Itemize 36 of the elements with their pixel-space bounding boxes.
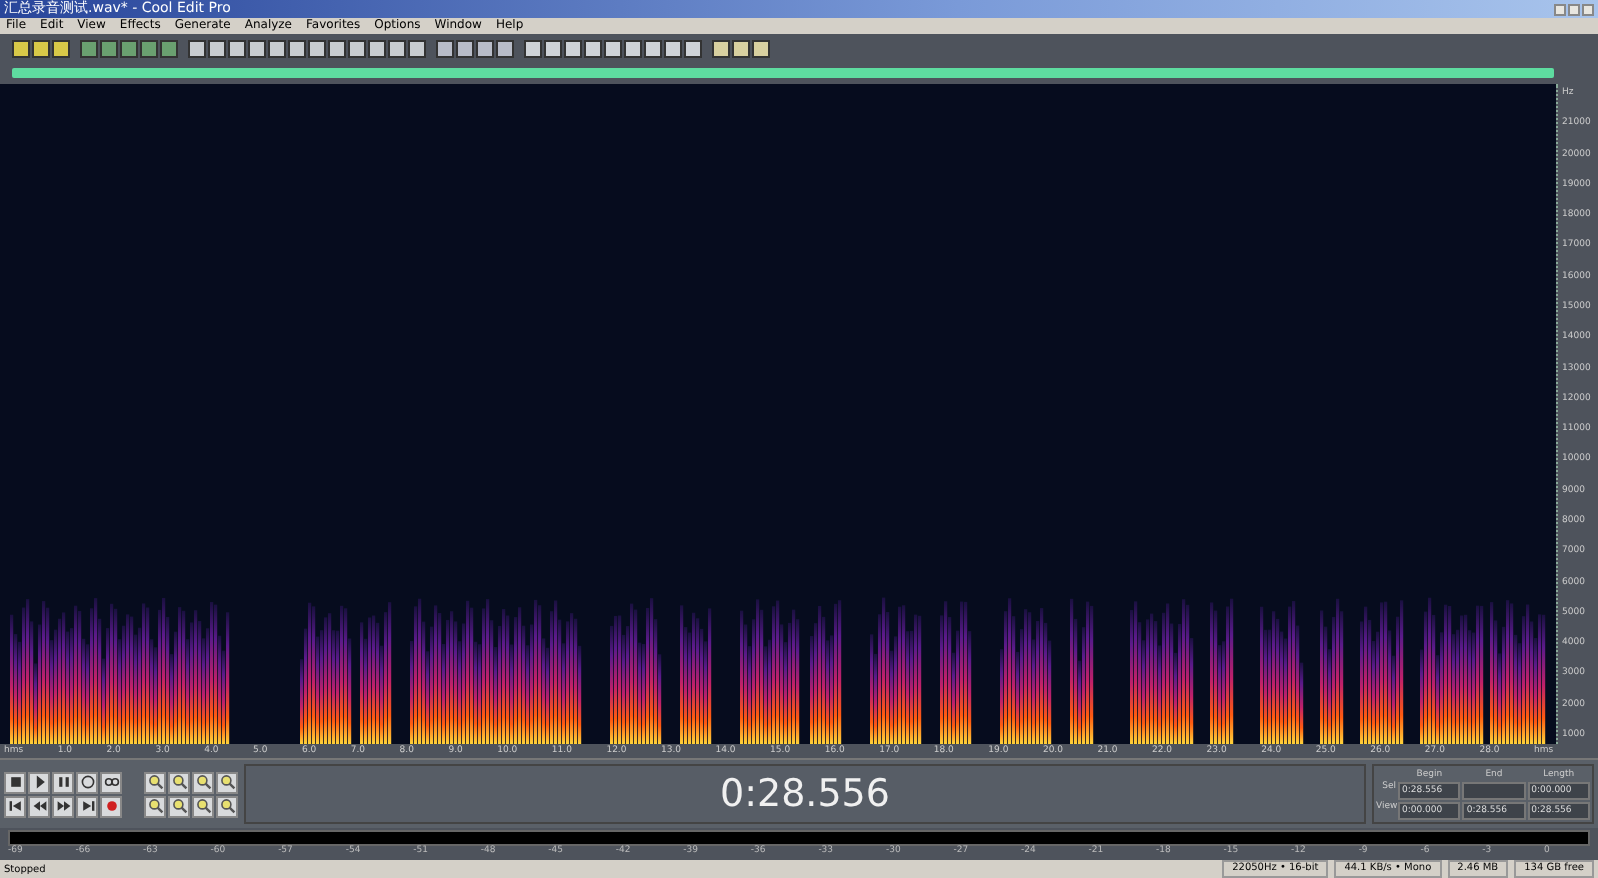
zoom-button[interactable] [216, 795, 238, 817]
magnifier-icon [219, 774, 235, 790]
end-icon [79, 798, 95, 814]
magnifier-icon [219, 798, 235, 814]
magnifier-icon [147, 798, 163, 814]
zoom-button[interactable] [192, 771, 214, 793]
zoom-button[interactable] [192, 795, 214, 817]
magnifier-icon [171, 774, 187, 790]
time-field[interactable] [1462, 781, 1526, 799]
pause-icon [55, 774, 71, 790]
magnifier-icon [195, 774, 211, 790]
zoom-button[interactable] [216, 771, 238, 793]
loop-icon [103, 774, 119, 790]
loop-button[interactable] [100, 771, 122, 793]
time-display: 0:28.556 [720, 772, 890, 816]
rec-button[interactable] [100, 795, 122, 817]
rew-button[interactable] [28, 795, 50, 817]
zoom-button[interactable] [168, 795, 190, 817]
magnifier-icon [147, 774, 163, 790]
magnifier-icon [171, 798, 187, 814]
zoom-button[interactable] [144, 795, 166, 817]
end-button[interactable] [76, 795, 98, 817]
start-button[interactable] [4, 795, 26, 817]
stop-button[interactable] [4, 771, 26, 793]
play-button[interactable] [28, 771, 50, 793]
rec-icon [103, 798, 119, 814]
stop-icon [7, 774, 23, 790]
pause-button[interactable] [52, 771, 74, 793]
start-icon [7, 798, 23, 814]
rew-icon [31, 798, 47, 814]
ff-button[interactable] [52, 795, 74, 817]
zoom-button[interactable] [168, 771, 190, 793]
play-icon [31, 774, 47, 790]
ff-icon [55, 798, 71, 814]
magnifier-icon [195, 798, 211, 814]
zoom-button[interactable] [144, 771, 166, 793]
